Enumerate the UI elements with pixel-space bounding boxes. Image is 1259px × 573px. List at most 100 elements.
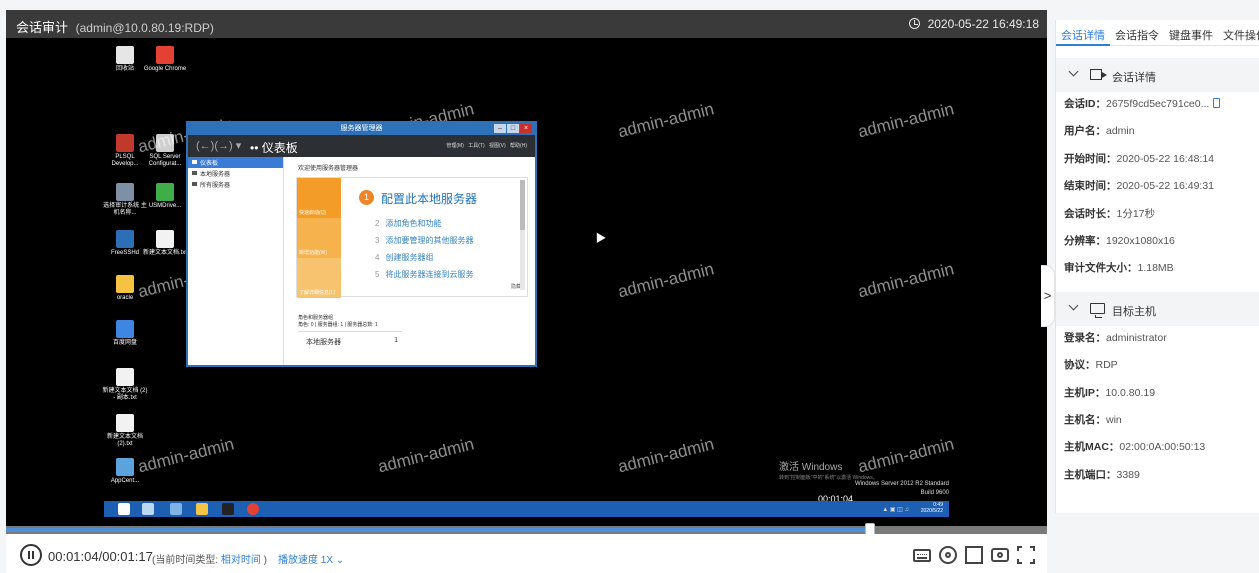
quick-start-tile: 快速启动(Q) (297, 178, 341, 218)
gear-icon[interactable] (939, 546, 957, 564)
desktop-icon-label: SQL Server Configurat... (148, 154, 182, 167)
powershell-taskbar-icon (170, 503, 182, 515)
detail-row: 审计文件大小：1.18MB (1056, 256, 1259, 283)
collapse-panel-button[interactable]: > (1041, 265, 1055, 327)
playback-progress-bar[interactable] (6, 523, 1047, 536)
section-title: 目标主机 (1112, 305, 1156, 318)
watermark-text: admin-admin (856, 259, 956, 302)
detail-value: 1.18MB (1137, 262, 1174, 275)
detail-row: 主机IP：10.0.80.19 (1056, 381, 1259, 408)
server-manager-title: 服务器管理器 (340, 125, 383, 132)
dashboard-title: •• 仪表板 (250, 141, 298, 155)
window-controls: – □ × (494, 124, 532, 133)
server-manager-window: 服务器管理器 – □ × (←)(→) ▾ •• 仪表板 管理(M) 工具(T)… (186, 121, 537, 367)
watermark-text: admin-admin (616, 259, 716, 302)
tab-session-commands[interactable]: 会话指令 (1110, 20, 1164, 46)
fullscreen-icon[interactable] (1017, 546, 1035, 564)
detail-key: 主机IP： (1064, 386, 1106, 399)
tab-file-operations[interactable]: 文件操作 (1218, 20, 1259, 46)
sidebar-item-all-servers: 所有服务器 (188, 179, 283, 190)
detail-value: 2675f9cd5ec791ce0... (1106, 98, 1210, 110)
tab-keyboard-events[interactable]: 键盘事件 (1164, 20, 1218, 46)
tray-icons: ▲ ▣ ◫ ♫ (882, 507, 909, 513)
pause-button[interactable] (20, 544, 42, 566)
detail-row: 主机名：win (1056, 408, 1259, 435)
detail-row: 协议：RDP (1056, 353, 1259, 380)
detail-key: 主机端口： (1064, 468, 1117, 481)
video-icon (1090, 69, 1107, 80)
playback-panel: 会话审计 (admin@10.0.80.19:RDP) 2020-05-22 1… (6, 10, 1047, 573)
watermark-text: admin-admin (376, 434, 476, 477)
cmd-taskbar-icon (222, 503, 234, 515)
desktop-icon-label: Google Chrome (143, 66, 187, 72)
roles-summary: 角色和服务器组 角色: 0 | 服务器组: 1 | 服务器总数: 1 (298, 315, 378, 328)
player-title-text: 会话审计 (16, 20, 69, 35)
learn-more-tile: 了解详细信息(L) (297, 258, 341, 298)
scrollbar (520, 180, 525, 290)
step-item: 5 将此服务器连接到云服务 (375, 270, 474, 279)
desktop-icon-label: 新建文本文档 (2) - 副本.txt (102, 388, 148, 401)
detail-key: 审计文件大小： (1064, 262, 1138, 275)
desktop-icon-label: AppCent... (110, 478, 140, 484)
app-icon (156, 46, 174, 64)
time-type-toggle[interactable]: 相对时间 (221, 555, 261, 566)
desktop-icon-label: 新建文本文档.txt (142, 250, 187, 256)
detail-row: 主机端口：3389 (1056, 463, 1259, 490)
speed-select[interactable]: 播放速度 1X ⌄ (278, 551, 344, 566)
chevron-down-icon: ⌄ (335, 555, 345, 566)
step-item: 2 添加角色和功能 (375, 219, 442, 228)
copy-icon[interactable] (1213, 98, 1221, 108)
detail-row: 会话时长：1分17秒 (1056, 202, 1259, 229)
server-manager-menu: 管理(M) 工具(T) 视图(V) 帮助(H) (446, 143, 527, 149)
info-tabs: 会话详情 会话指令 键盘事件 文件操作 (1056, 20, 1259, 46)
desktop-icon-label: USMDrive... (148, 203, 182, 209)
app-icon (116, 275, 134, 293)
app-icon (116, 183, 134, 201)
server-manager-titlebar: 服务器管理器 – □ × (188, 123, 535, 135)
quick-start-panel: 快速启动(Q) 新增功能(W) 了解详细信息(L) 1 配置此本地服务器 2 添加… (296, 177, 528, 298)
detail-key: 分辨率： (1064, 234, 1106, 247)
target-host-header[interactable]: 目标主机 (1056, 291, 1259, 326)
tab-session-details[interactable]: 会话详情 (1056, 20, 1110, 46)
tray-clock: 0:49 2020/5/22 (920, 502, 943, 514)
main-task-number: 1 (359, 190, 374, 205)
detail-value: 1分17秒 (1116, 207, 1156, 220)
detail-key: 开始时间： (1064, 152, 1117, 165)
window-icon[interactable] (965, 546, 983, 564)
app-icon (116, 134, 134, 152)
detail-value: 02:00:0A:00:50:13 (1119, 441, 1206, 454)
desktop-icon-label: 新建文本文档 (2).txt (106, 434, 143, 447)
detail-value: 3389 (1116, 468, 1140, 481)
desktop-icon: Google Chrome (142, 46, 188, 73)
session-connection-info: (admin@10.0.80.19:RDP) (75, 21, 214, 35)
app-icon (116, 458, 134, 476)
server-manager-taskbar-icon (142, 503, 154, 515)
camera-icon[interactable] (991, 548, 1009, 562)
datetime-text: 2020-05-22 16:49:18 (927, 17, 1039, 31)
start-icon (118, 503, 130, 515)
keyboard-icon[interactable] (913, 549, 931, 562)
detail-key: 登录名： (1064, 331, 1106, 344)
watermark-text: admin-admin (616, 99, 716, 142)
detail-row: 会话ID：2675f9cd5ec791ce0... (1056, 92, 1259, 119)
detail-row: 开始时间：2020-05-22 16:48:14 (1056, 147, 1259, 174)
detail-value: win (1106, 413, 1122, 426)
progress-fill (6, 528, 871, 532)
app-icon (116, 46, 134, 64)
session-details-header[interactable]: 会话详情 (1056, 58, 1259, 92)
role-name: 本地服务器 (306, 339, 341, 346)
remote-desktop-screen: 回收站 Google Chrome PLSQL Develop... SQL Serv… (6, 38, 1047, 526)
detail-value: 1920x1080x16 (1106, 234, 1175, 247)
explorer-taskbar-icon (196, 503, 208, 515)
minimize-icon: – (494, 124, 506, 133)
detail-key: 协议： (1064, 359, 1096, 372)
activate-windows-notice: 激活 Windows 转到"控制面板"中的"系统"以激活 Windows。 (779, 462, 878, 481)
detail-value: admin (1106, 125, 1135, 138)
server-manager-main: 欢迎使用服务器管理器 快速启动(Q) 新增功能(W) 了解详细信息(L) 1 配… (286, 157, 535, 365)
windows-taskbar: ▲ ▣ ◫ ♫ 0:49 2020/5/22 (104, 501, 949, 517)
target-host-list: 登录名：administrator 协议：RDP 主机IP：10.0.80.19 主机… (1056, 326, 1259, 490)
detail-value: 10.0.80.19 (1105, 386, 1156, 399)
player-title-bar: 会话审计 (admin@10.0.80.19:RDP) 2020-05-22 1… (6, 10, 1047, 38)
role-tile: 本地服务器 1 (298, 331, 402, 349)
role-count: 1 (394, 337, 398, 344)
